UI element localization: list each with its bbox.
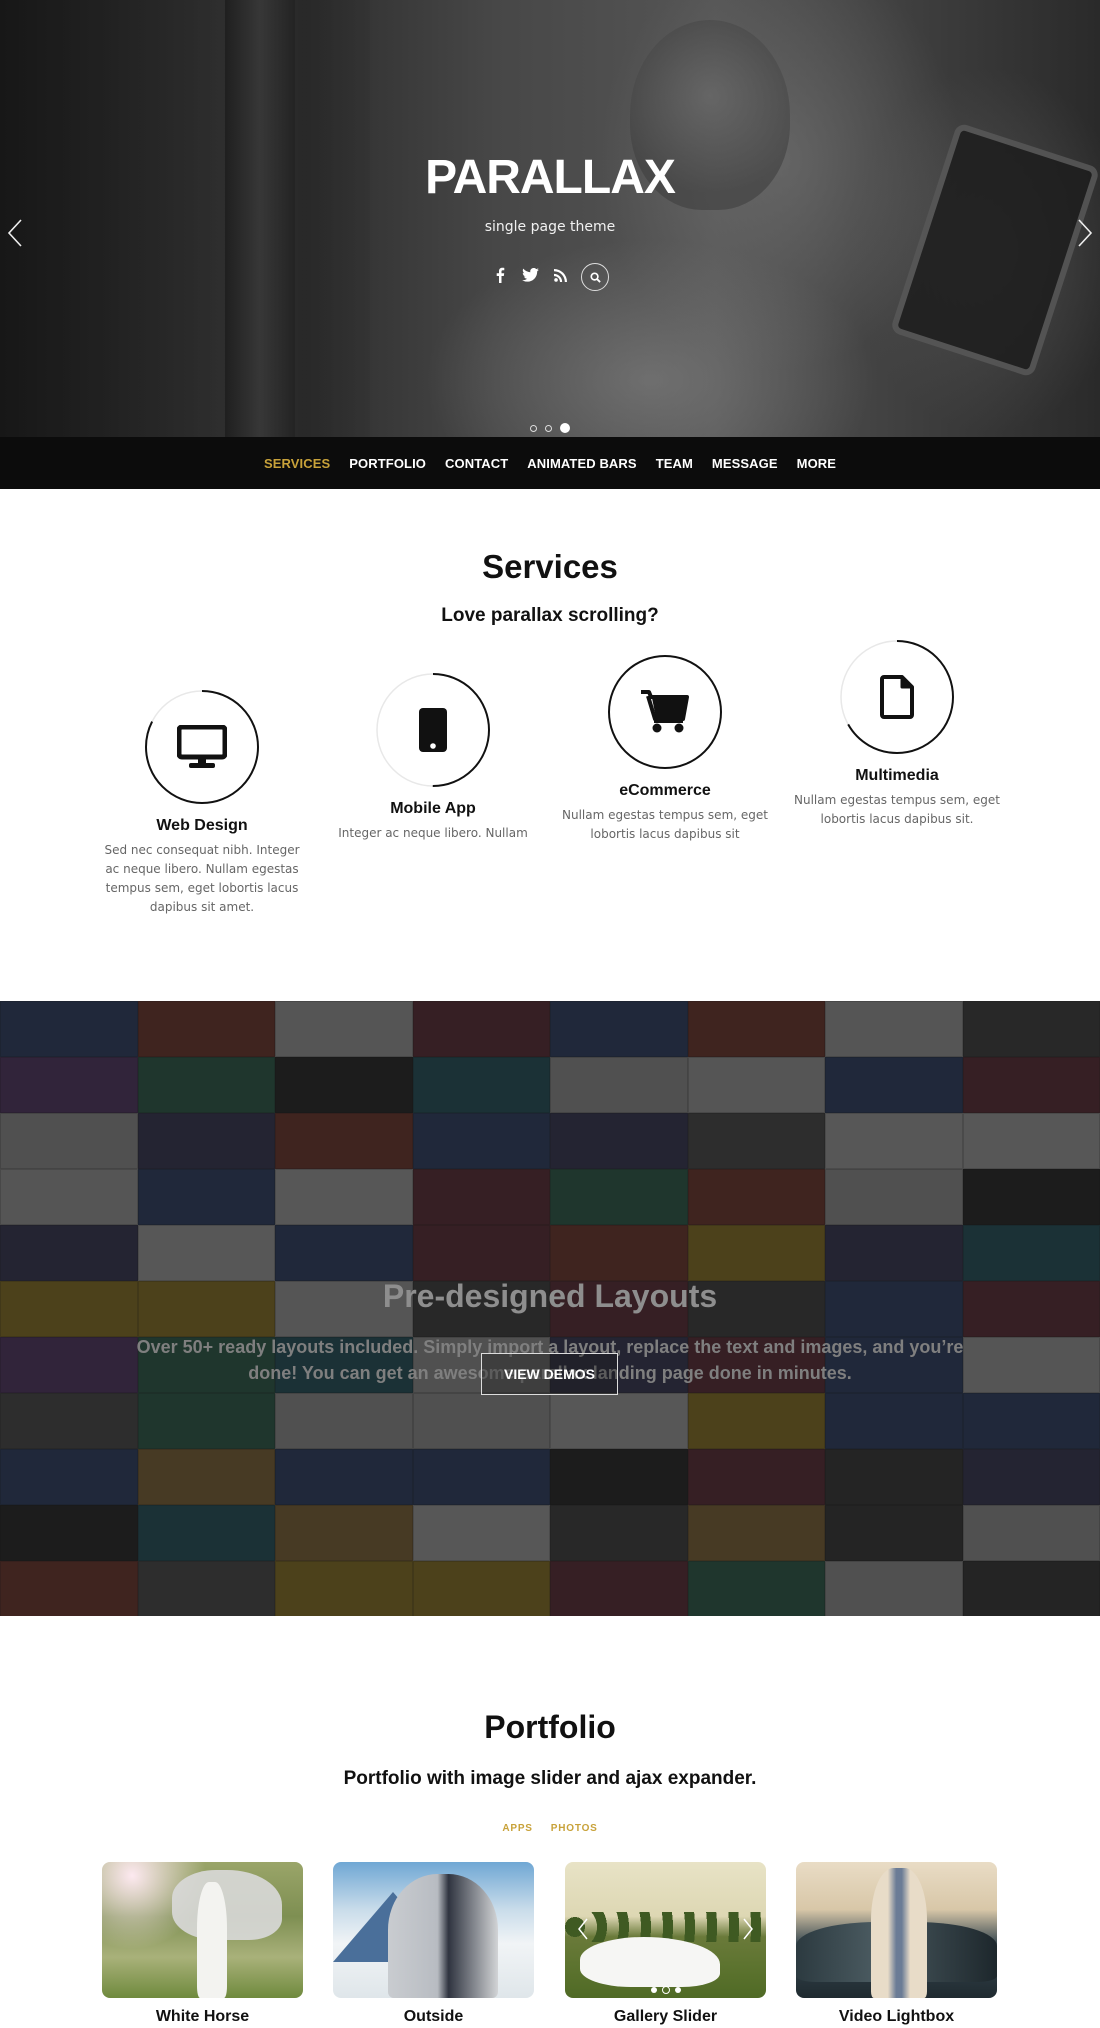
woman-figure [197,1882,227,1998]
portfolio-item-outside[interactable]: Outside [333,1862,534,2026]
man-figure [871,1868,927,1998]
service-description: Nullam egestas tempus sem, eget lobortis… [794,793,1000,826]
nav-item-services[interactable]: SERVICES [264,456,330,471]
gallery-prev-arrow-icon[interactable] [577,1918,589,1940]
service-description: Nullam egestas tempus sem, eget lobortis… [562,808,768,841]
portfolio-item-gallery-slider[interactable]: Gallery Slider [565,1862,766,2026]
layouts-section: Pre-designed Layouts Over 50+ ready layo… [0,1001,1100,1616]
view-demos-button[interactable]: VIEW DEMOS [481,1353,618,1395]
service-title: Multimedia [855,767,939,784]
hero-social-links [0,263,1100,291]
portfolio-item-video-lightbox[interactable]: Video Lightbox [796,1862,997,2026]
portfolio-subtitle: Portfolio with image slider and ajax exp… [343,1768,757,1789]
file-icon [839,639,955,755]
service-description: Integer ac neque libero. Nullam [338,826,528,840]
hero-content: PARALLAX single page theme [0,150,1100,291]
mobile-phone-icon [375,672,491,788]
hero-title: PARALLAX [425,151,676,204]
hero-section: PARALLAX single page theme SERVICES PORTF… [0,0,1100,489]
rss-icon[interactable] [551,268,569,286]
portfolio-item-title: Video Lightbox [838,2008,955,2025]
services-title: Services [482,548,618,585]
service-item-mobile-app: Mobile App Integer ac neque libero. Null… [318,672,548,843]
slider-dot[interactable] [560,423,570,433]
service-description: Sed nec consequat nibh. Integer ac neque… [104,843,300,914]
nav-item-more[interactable]: MORE [797,456,836,471]
services-section: Services Love parallax scrolling? Web De… [0,489,1100,1001]
service-title: eCommerce [619,782,711,799]
gallery-dot[interactable] [661,1986,670,1994]
portfolio-section: Portfolio Portfolio with image slider an… [0,1616,1100,2028]
service-item-ecommerce: eCommerce Nullam egestas tempus sem, ege… [550,654,780,844]
filter-photos[interactable]: PHOTOS [551,1823,598,1834]
shopping-cart-icon [607,654,723,770]
horse-figure [172,1870,282,1940]
nav-item-portfolio[interactable]: PORTFOLIO [349,456,426,471]
service-title: Mobile App [390,800,476,817]
facebook-icon[interactable] [491,267,509,287]
nav-item-message[interactable]: MESSAGE [712,456,778,471]
portfolio-item-title: White Horse [155,2008,250,2025]
portfolio-thumbnail[interactable] [796,1862,997,1998]
twitter-icon[interactable] [521,267,539,286]
service-item-web-design: Web Design Sed nec consequat nibh. Integ… [87,689,317,917]
portfolio-item-title: Gallery Slider [613,2008,718,2025]
couple-figure [388,1874,498,1998]
portfolio-thumbnail[interactable] [333,1862,534,1998]
gallery-next-arrow-icon[interactable] [742,1918,754,1940]
services-subtitle: Love parallax scrolling? [441,605,659,626]
search-button[interactable] [581,263,609,291]
slider-dot[interactable] [530,424,537,432]
gallery-pagination [565,1986,766,1994]
filter-apps[interactable]: APPS [502,1823,532,1834]
bride-figure [580,1937,720,1987]
search-icon [589,271,601,283]
nav-item-contact[interactable]: CONTACT [445,456,508,471]
service-title: Web Design [156,817,248,834]
hero-subtitle: single page theme [484,219,616,235]
main-navbar: SERVICES PORTFOLIO CONTACT ANIMATED BARS TEA… [0,437,1100,489]
portfolio-title: Portfolio [484,1709,616,1745]
portfolio-filters: APPS PHOTOS [0,1823,1100,1834]
portfolio-item-white-horse[interactable]: White Horse [102,1862,303,2026]
slider-dot[interactable] [545,424,552,432]
service-item-multimedia: Multimedia Nullam egestas tempus sem, eg… [782,639,1012,829]
portfolio-thumbnail[interactable] [102,1862,303,1998]
portfolio-item-title: Outside [403,2008,464,2025]
portfolio-thumbnail[interactable] [565,1862,766,1998]
gallery-dot[interactable] [674,1987,681,1993]
nav-item-animated-bars[interactable]: ANIMATED BARS [527,456,636,471]
layouts-title: Pre-designed Layouts [382,1278,718,1314]
monitor-icon [144,689,260,805]
nav-item-team[interactable]: TEAM [656,456,693,471]
gallery-dot[interactable] [650,1987,657,1993]
slider-pagination [0,423,1100,433]
